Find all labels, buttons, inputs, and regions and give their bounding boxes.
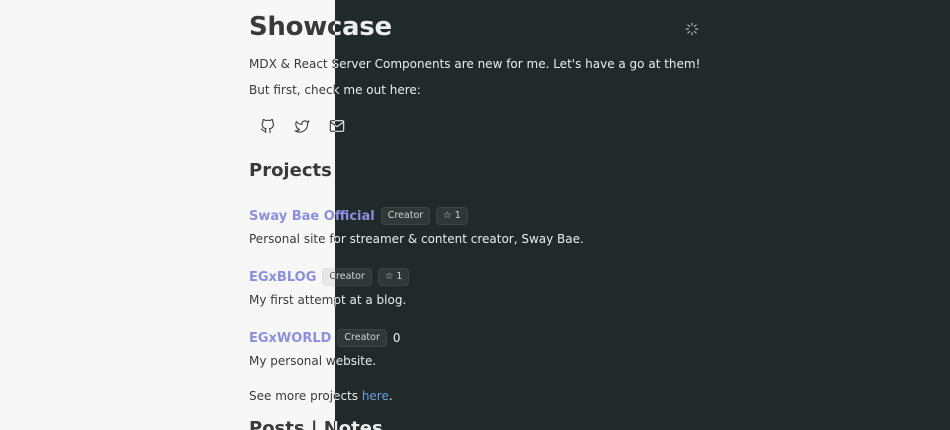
projects-heading: Projects — [249, 160, 332, 181]
project-link[interactable]: EGxWORLD — [249, 331, 331, 346]
social-links — [258, 117, 335, 135]
role-badge: Creator — [337, 329, 387, 347]
star-count: 0 — [392, 331, 401, 345]
star-icon: ☆ — [443, 210, 452, 221]
see-more-link[interactable]: here — [362, 389, 389, 403]
star-count: 1 — [396, 271, 403, 282]
role-badge: Creator — [380, 207, 431, 225]
star-icon: ☆ — [384, 271, 394, 282]
see-more-suffix: . — [388, 389, 393, 403]
stars-badge: ☆1 — [377, 268, 410, 286]
github-icon[interactable] — [258, 117, 276, 135]
stars-badge: ☆1 — [436, 207, 468, 225]
project-link[interactable]: EGxBLOG — [249, 270, 316, 285]
loader-icon[interactable] — [685, 21, 699, 36]
star-count: 1 — [454, 210, 461, 221]
twitter-icon[interactable] — [293, 117, 311, 135]
